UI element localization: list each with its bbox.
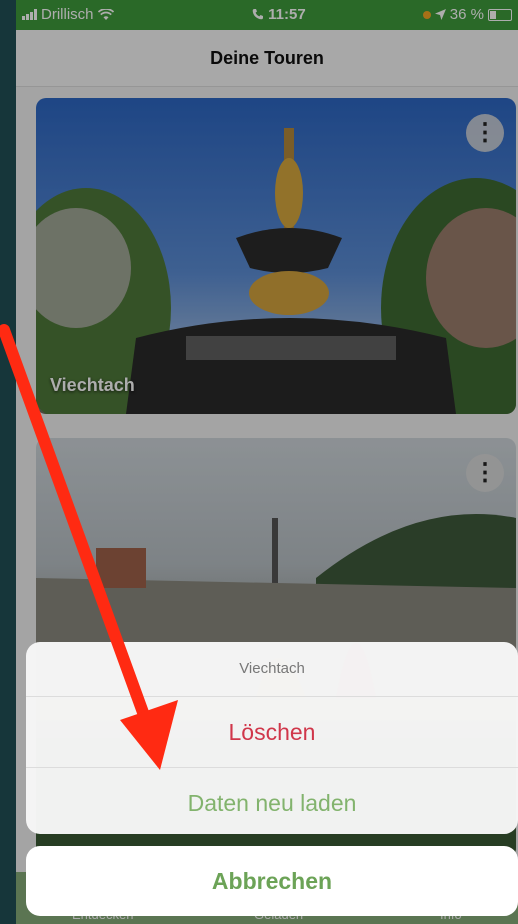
- action-sheet: Viechtach Löschen Daten neu laden: [26, 642, 518, 834]
- reload-data-button[interactable]: Daten neu laden: [26, 768, 518, 834]
- delete-button[interactable]: Löschen: [26, 697, 518, 768]
- cancel-button[interactable]: Abbrechen: [26, 846, 518, 916]
- phone-screen: Drillisch 11:57 36 % Deine Touren Viecht…: [16, 0, 518, 924]
- action-sheet-title: Viechtach: [26, 642, 518, 697]
